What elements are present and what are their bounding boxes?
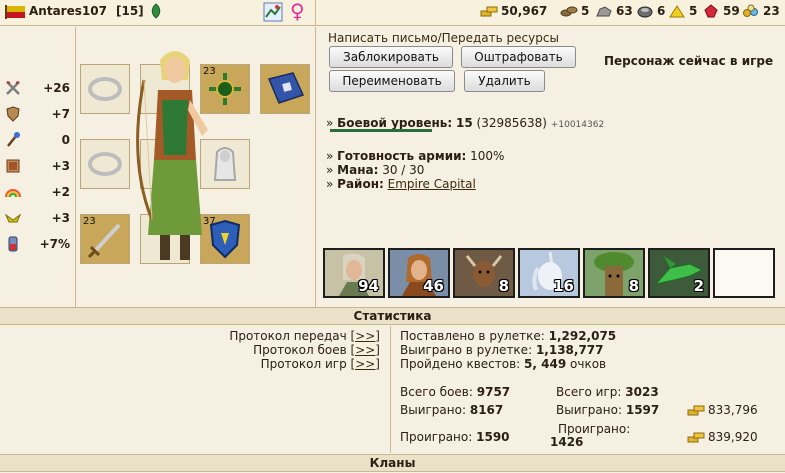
protocol-games-link[interactable]: [>>]	[351, 357, 380, 371]
protocol-transfers-link[interactable]: [>>]	[351, 329, 380, 343]
luck-icon	[5, 189, 21, 198]
resource-mercury: 6	[636, 4, 665, 18]
statistics-header: Статистика	[0, 307, 785, 325]
resource-ore: 63	[595, 4, 633, 18]
army-slot-4[interactable]: 16	[518, 248, 580, 298]
divider	[390, 326, 391, 453]
ring-icon	[88, 152, 122, 176]
experience-value: (32985638)	[476, 116, 547, 130]
clans-header: Кланы	[0, 454, 785, 472]
ring-icon	[88, 77, 122, 101]
combat-level-label: Боевой уровень:	[337, 116, 453, 130]
stat-initiative: +7%	[4, 234, 74, 254]
protocol-transfers: Протокол передач [>>]	[229, 329, 380, 343]
army-slot-6[interactable]: 2	[648, 248, 710, 298]
ring-slot-2[interactable]	[80, 139, 130, 189]
ore-icon	[596, 6, 612, 17]
total-battles: Всего боев: 9757	[400, 385, 511, 399]
morale-icon	[4, 213, 22, 223]
spellpower-icon	[7, 132, 20, 147]
delete-button[interactable]: Удалить	[464, 70, 545, 92]
gold-icon	[687, 432, 705, 443]
divider	[315, 27, 316, 307]
stat-luck: +2	[4, 182, 74, 202]
district: » Район: Empire Capital	[326, 177, 476, 191]
resource-wood: 5	[560, 4, 589, 18]
rename-button[interactable]: Переименовать	[329, 70, 455, 92]
district-link[interactable]: Empire Capital	[388, 177, 476, 191]
experience-extra: +10014362	[550, 120, 605, 130]
gold-won: 833,796	[686, 403, 758, 417]
online-status: Персонаж сейчас в игре	[604, 54, 774, 68]
army-slot-7[interactable]	[713, 248, 775, 298]
hero-portrait	[136, 51, 208, 260]
write-letter-link[interactable]: Написать письмо/Передать ресурсы	[328, 31, 559, 45]
sulfur-icon	[669, 5, 685, 18]
crystal-icon	[704, 4, 718, 18]
leaf-icon	[151, 3, 161, 19]
block-button[interactable]: Заблокировать	[329, 46, 453, 68]
gold-icon	[687, 405, 705, 416]
army-slot-3[interactable]: 8	[453, 248, 515, 298]
weapon-slot[interactable]: 23	[80, 214, 130, 264]
attack-icon	[6, 81, 20, 95]
book-icon	[267, 72, 305, 104]
games-lost: Проиграно: 1426	[550, 422, 631, 449]
games-won: Выиграно: 1597	[556, 403, 660, 417]
battles-lost: Проиграно: 1590	[400, 430, 510, 444]
resource-sulfur: 5	[668, 4, 697, 18]
knowledge-icon	[6, 159, 20, 173]
stat-knowledge: +3	[4, 156, 74, 176]
stat-attack: +26	[4, 78, 74, 98]
protocol-games: Протокол игр [>>]	[260, 357, 380, 371]
total-games: Всего игр: 3023	[556, 385, 659, 399]
protocol-battles: Протокол боев [>>]	[253, 343, 380, 357]
army-slot-5[interactable]: 8	[583, 248, 645, 298]
wood-icon	[560, 6, 578, 17]
stat-morale: +3	[4, 208, 74, 228]
experience-bar	[330, 129, 432, 132]
female-gender-icon: ♀	[290, 0, 305, 23]
initiative-icon	[8, 236, 18, 252]
resource-gems: 23	[742, 4, 780, 18]
roulette-bet: Поставлено в рулетке: 1,292,075	[400, 329, 617, 343]
quests-completed: Пройдено квестов: 5, 449 очков	[400, 357, 607, 371]
mercury-icon	[637, 6, 653, 18]
fine-button[interactable]: Оштрафовать	[461, 46, 576, 68]
army-readiness: » Готовность армии: 100%	[326, 149, 505, 163]
gold-icon	[480, 6, 498, 17]
stat-spellpower: 0	[4, 130, 74, 150]
combat-level: » Боевой уровень: 15 (32985638) +1001436…	[326, 116, 605, 130]
mana: » Мана: 30 / 30	[326, 163, 425, 177]
defense-icon	[6, 106, 20, 122]
ring-slot-1[interactable]	[80, 64, 130, 114]
map-icon[interactable]	[262, 1, 284, 23]
protocol-battles-link[interactable]: [>>]	[351, 343, 380, 357]
book-slot[interactable]	[260, 64, 310, 114]
roulette-won: Выиграно в рулетке: 1,138,777	[400, 343, 604, 357]
gems-icon	[743, 4, 758, 17]
resource-crystal: 59	[702, 4, 740, 18]
stat-defense: +7	[4, 104, 74, 124]
combat-level-value: 15	[456, 116, 473, 130]
divider	[315, 0, 316, 26]
player-name: Antares107	[29, 4, 107, 18]
player-level: [15]	[116, 4, 144, 18]
gold-lost: 839,920	[686, 430, 758, 444]
battles-won: Выиграно: 8167	[400, 403, 504, 417]
army-slot-1[interactable]: 94	[323, 248, 385, 298]
resource-gold: 50,967	[480, 4, 547, 18]
army-slot-2[interactable]: 46	[388, 248, 450, 298]
faction-flag-icon	[5, 5, 25, 19]
